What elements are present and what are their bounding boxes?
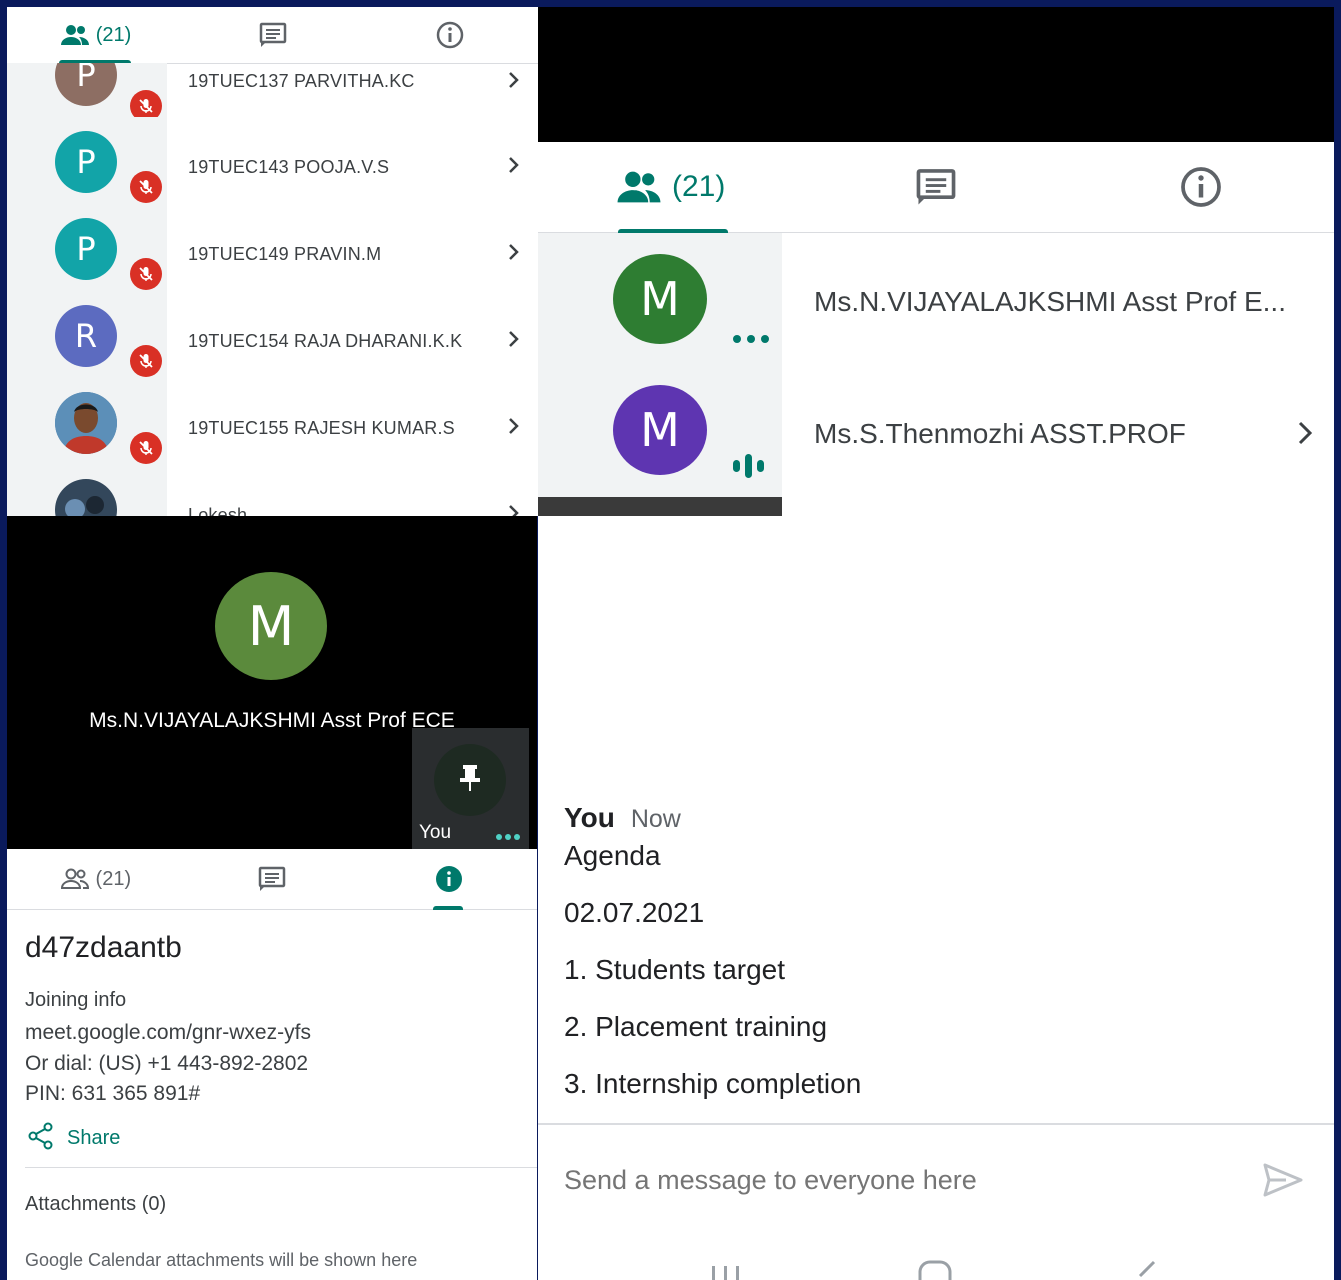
joining-info-heading: Joining info bbox=[25, 989, 127, 1011]
pin-number: PIN: 631 365 891# bbox=[25, 1082, 201, 1105]
back-icon[interactable] bbox=[1134, 1260, 1158, 1280]
info-icon bbox=[435, 865, 463, 893]
message-line: 3. Internship completion bbox=[564, 1068, 862, 1099]
avatar: M bbox=[613, 385, 707, 475]
participant-name: 19TUEC143 POOJA.V.S bbox=[188, 157, 390, 177]
tab-info[interactable] bbox=[360, 849, 537, 910]
mic-off-icon bbox=[130, 171, 162, 203]
message-line: 1. Students target bbox=[564, 954, 786, 985]
list-item[interactable]: P 19TUEC143 POOJA.V.S bbox=[7, 117, 538, 204]
recent-apps-icon[interactable] bbox=[710, 1262, 742, 1280]
chat-icon bbox=[915, 168, 957, 206]
tab-people[interactable]: (21) bbox=[7, 849, 184, 909]
participant-name: 19TUEC149 PRAVIN.M bbox=[188, 244, 382, 264]
share-icon bbox=[27, 1122, 55, 1155]
chevron-right-icon[interactable] bbox=[507, 416, 521, 441]
message-header: You Now bbox=[564, 802, 681, 834]
chevron-right-icon[interactable] bbox=[507, 242, 521, 267]
chevron-right-icon[interactable] bbox=[507, 329, 521, 354]
participant-name: 19TUEC155 RAJESH KUMAR.S bbox=[188, 418, 455, 438]
list-item[interactable]: P 19TUEC149 PRAVIN.M bbox=[7, 204, 538, 291]
panel-tabbar: (21) bbox=[538, 142, 1334, 233]
send-icon[interactable] bbox=[1262, 1162, 1304, 1203]
pin-icon bbox=[457, 763, 483, 798]
message-line: Agenda bbox=[564, 840, 661, 871]
profile-photo bbox=[55, 392, 117, 454]
people-icon bbox=[616, 170, 662, 204]
share-button[interactable]: Share bbox=[27, 1122, 120, 1155]
divider bbox=[538, 1123, 1334, 1125]
people-icon bbox=[60, 868, 90, 890]
tab-people[interactable]: (21) bbox=[538, 142, 803, 233]
message-sender: You bbox=[564, 802, 615, 833]
participant-count: (21) bbox=[95, 867, 132, 890]
tab-info[interactable] bbox=[1069, 142, 1334, 232]
meeting-code: d47zdaantb bbox=[25, 931, 182, 964]
avatar-column-shadow bbox=[538, 497, 782, 516]
self-label: You bbox=[419, 822, 452, 843]
participant-name: Lokesh bbox=[188, 505, 248, 516]
info-icon bbox=[436, 21, 464, 49]
participant-count: (21) bbox=[95, 23, 132, 46]
list-item[interactable]: 19TUEC155 RAJESH KUMAR.S bbox=[7, 378, 538, 465]
self-view-tile[interactable]: You bbox=[412, 728, 529, 849]
chevron-right-icon[interactable] bbox=[507, 155, 521, 180]
avatar: M bbox=[613, 254, 707, 344]
message-line: 02.07.2021 bbox=[564, 897, 705, 928]
video-tile: M Ms.N.VIJAYALAJKSHMI Asst Prof ECE You bbox=[7, 516, 537, 849]
more-dots-icon[interactable] bbox=[732, 331, 770, 349]
avatar: P bbox=[55, 218, 117, 280]
participant-name: 19TUEC137 PARVITHA.KC bbox=[188, 71, 415, 91]
right-panel-black-header bbox=[538, 7, 1334, 142]
participant-name: Ms.N.VIJAYALAJKSHMI Asst Prof E... bbox=[814, 286, 1286, 317]
tab-chat[interactable] bbox=[184, 849, 361, 909]
meeting-info-panel: (21) d47zdaantb Joining info meet.google… bbox=[7, 849, 537, 1280]
people-icon bbox=[60, 24, 90, 46]
info-icon bbox=[1180, 166, 1222, 208]
participant-name: 19TUEC154 RAJA DHARANI.K.K bbox=[188, 331, 463, 351]
message-input[interactable] bbox=[562, 1157, 1226, 1203]
list-item[interactable]: M Ms.S.Thenmozhi ASST.PROF bbox=[538, 365, 1334, 497]
chat-icon bbox=[258, 866, 286, 892]
mic-off-icon bbox=[130, 258, 162, 290]
attachments-note: Google Calendar attachments will be show… bbox=[25, 1250, 418, 1270]
panel-tabbar: (21) bbox=[7, 849, 537, 910]
chevron-right-icon[interactable] bbox=[507, 503, 521, 516]
chevron-right-icon[interactable] bbox=[1296, 420, 1314, 451]
share-label: Share bbox=[67, 1127, 121, 1149]
avatar: P bbox=[55, 131, 117, 193]
mic-off-icon bbox=[130, 432, 162, 464]
more-dots-icon[interactable] bbox=[495, 828, 521, 846]
list-item[interactable]: P 19TUEC137 PARVITHA.KC bbox=[7, 63, 538, 122]
right-panel: (21) M Ms.N.VIJAYALAJKSHMI Asst Prof E..… bbox=[538, 142, 1334, 1280]
message-line: 2. Placement training bbox=[564, 1011, 828, 1042]
avatar: M bbox=[215, 572, 327, 680]
list-item[interactable]: Lokesh bbox=[7, 465, 538, 516]
list-item[interactable]: M Ms.N.VIJAYALAJKSHMI Asst Prof E... bbox=[538, 233, 1334, 365]
list-item[interactable]: R 19TUEC154 RAJA DHARANI.K.K bbox=[7, 291, 538, 378]
participant-count: (21) bbox=[671, 170, 726, 203]
panel-tabbar: (21) bbox=[7, 7, 538, 64]
meet-link[interactable]: meet.google.com/gnr-wxez-yfs bbox=[25, 1021, 311, 1045]
participants-panel-top-left: (21) P 19TUEC137 PARVITHA.KC P 19TUEC143… bbox=[7, 7, 538, 516]
chevron-right-icon[interactable] bbox=[507, 70, 521, 95]
dial-in-number: Or dial: (US) +1 443-892-2802 bbox=[25, 1052, 309, 1075]
pin-button[interactable] bbox=[434, 744, 506, 816]
participant-list: P 19TUEC137 PARVITHA.KC P 19TUEC143 POOJ… bbox=[7, 63, 538, 516]
avatar: R bbox=[55, 305, 117, 367]
mic-off-icon bbox=[130, 345, 162, 377]
participant-name: Ms.S.Thenmozhi ASST.PROF bbox=[814, 418, 1186, 449]
tab-info[interactable] bbox=[361, 7, 538, 63]
tab-people[interactable]: (21) bbox=[7, 7, 184, 64]
tab-chat[interactable] bbox=[803, 142, 1068, 232]
message-time: Now bbox=[630, 805, 681, 833]
chat-message: You Now Agenda 02.07.2021 1. Students ta… bbox=[564, 802, 861, 1099]
chat-icon bbox=[259, 22, 287, 48]
tab-chat[interactable] bbox=[184, 7, 361, 63]
home-icon[interactable] bbox=[918, 1260, 952, 1280]
divider bbox=[25, 1167, 537, 1168]
speaking-bars-icon bbox=[732, 453, 770, 484]
attachments-heading: Attachments (0) bbox=[25, 1193, 167, 1215]
